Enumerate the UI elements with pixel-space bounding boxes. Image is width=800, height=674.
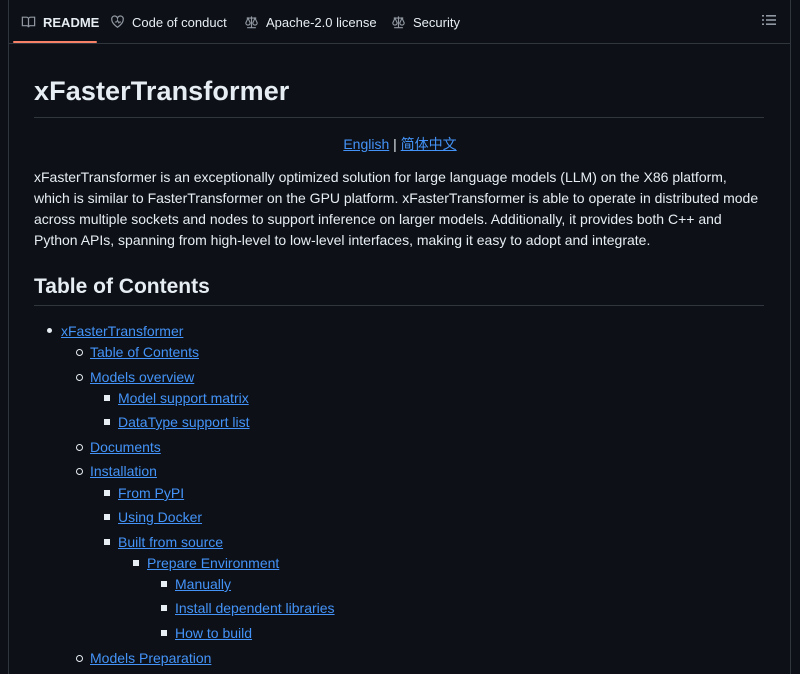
readme-title: xFasterTransformer <box>34 76 290 106</box>
list-bullet <box>76 444 83 451</box>
toc-link[interactable]: Documents <box>90 438 161 456</box>
title-divider <box>34 117 764 118</box>
toc-divider <box>34 305 764 306</box>
toc-link[interactable]: Installation <box>90 462 157 480</box>
tab-readme-label: README <box>43 14 100 30</box>
active-tab-indicator <box>13 41 97 43</box>
list-bullet <box>133 560 139 566</box>
tab-readme[interactable]: README <box>21 0 99 44</box>
toc-link[interactable]: Using Docker <box>118 508 202 526</box>
list-bullet <box>104 490 110 496</box>
tab-license-label: Apache-2.0 license <box>266 14 377 30</box>
list-bullet <box>76 349 83 356</box>
tab-license[interactable]: Apache-2.0 license <box>244 0 377 44</box>
toc-link[interactable]: Model support matrix <box>118 389 249 407</box>
toc-link[interactable]: Built from source <box>118 533 223 551</box>
toc-link[interactable]: How to build <box>175 624 252 642</box>
tab-security-label: Security <box>413 14 460 30</box>
list-bullet <box>76 468 83 475</box>
toc-link[interactable]: Table of Contents <box>90 343 199 361</box>
list-bullet <box>161 605 167 611</box>
list-unordered-icon <box>762 13 776 31</box>
heart-icon <box>110 15 125 29</box>
toc-link[interactable]: From PyPI <box>118 484 184 502</box>
readme-tab-bar: README Code of conduct Apache-2.0 licens… <box>8 0 791 44</box>
list-bullet <box>47 328 52 333</box>
law-icon <box>391 15 406 29</box>
toc-link[interactable]: DataType support list <box>118 413 250 431</box>
list-bullet <box>76 655 83 662</box>
chinese-link[interactable]: 简体中文 <box>401 136 457 152</box>
toc-link[interactable]: Manually <box>175 575 231 593</box>
language-separator: | <box>393 136 397 152</box>
toc-link[interactable]: Prepare Environment <box>147 554 279 572</box>
toc-link[interactable]: Install dependent libraries <box>175 599 335 617</box>
list-bullet <box>104 395 110 401</box>
book-icon <box>21 15 36 29</box>
law-icon <box>244 15 259 29</box>
intro-paragraph: xFasterTransformer is an exceptionally o… <box>34 169 759 248</box>
tab-code-of-conduct-label: Code of conduct <box>132 14 227 30</box>
list-bullet <box>104 539 110 545</box>
toc-link[interactable]: Models overview <box>90 368 194 386</box>
list-bullet <box>161 630 167 636</box>
tab-code-of-conduct[interactable]: Code of conduct <box>110 0 227 44</box>
tab-security[interactable]: Security <box>391 0 460 44</box>
list-bullet <box>104 419 110 425</box>
list-bullet <box>104 514 110 520</box>
english-link[interactable]: English <box>343 136 389 152</box>
list-bullet <box>76 374 83 381</box>
toc-link[interactable]: Models Preparation <box>90 649 211 667</box>
outline-menu-button[interactable] <box>760 13 778 31</box>
toc-heading: Table of Contents <box>34 275 210 298</box>
toc-link[interactable]: xFasterTransformer <box>61 322 183 340</box>
list-bullet <box>161 581 167 587</box>
language-switcher: English | 简体中文 <box>0 134 800 154</box>
